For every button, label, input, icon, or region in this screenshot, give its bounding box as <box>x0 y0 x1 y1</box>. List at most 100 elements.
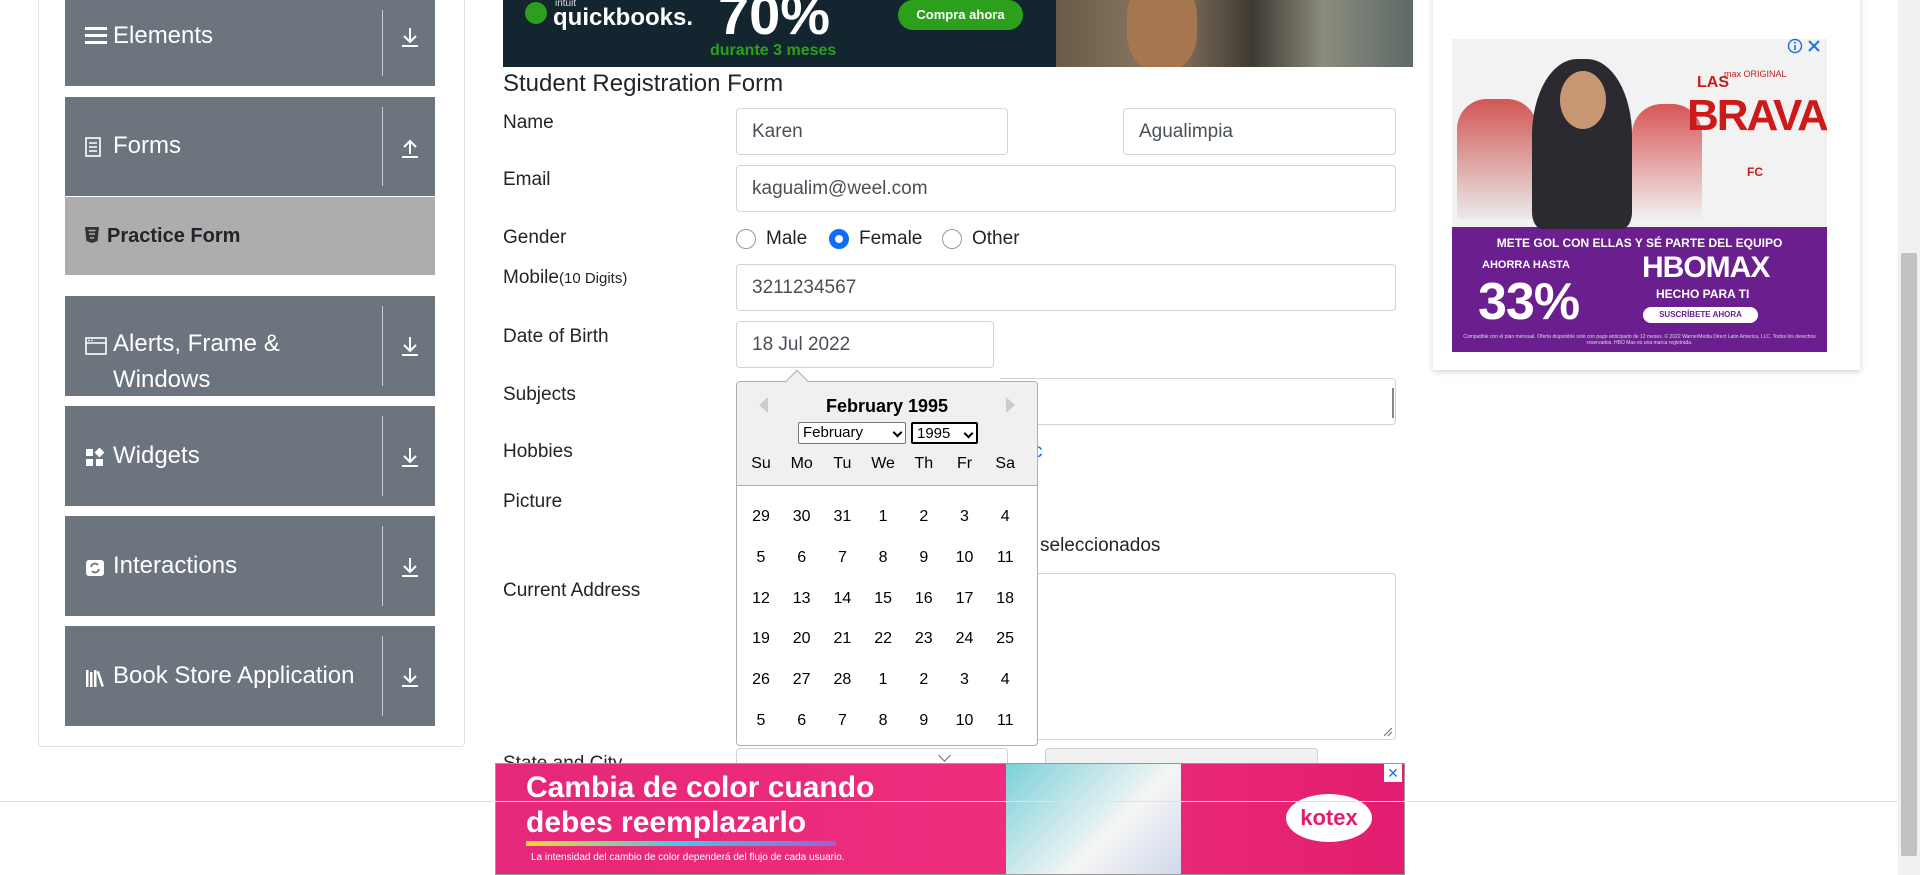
ad-close-icon[interactable] <box>1806 38 1822 59</box>
day-name: Tu <box>833 455 852 472</box>
menu-icon <box>85 24 107 51</box>
date-of-birth-input[interactable]: 18 Jul 2022 <box>736 321 994 368</box>
sidebar-group-forms[interactable]: Forms <box>65 97 435 196</box>
city-select[interactable] <box>1045 748 1318 763</box>
datepicker-popup[interactable]: February 1995 February 1995 Su Mo Tu We Th Fr… <box>736 369 1038 746</box>
mobile-input[interactable]: 3211234567 <box>736 264 1396 311</box>
calendar-day[interactable]: 17 <box>945 590 985 608</box>
calendar-day[interactable]: 15 <box>863 590 903 608</box>
calendar-day[interactable]: 10 <box>945 712 985 730</box>
download-arrow-icon[interactable] <box>395 553 425 583</box>
gender-radio-other[interactable]: Other <box>942 228 1020 250</box>
calendar-day[interactable]: 7 <box>822 712 862 730</box>
ad-info-icon[interactable] <box>1787 38 1803 59</box>
download-arrow-icon[interactable] <box>395 23 425 53</box>
ad-headline-2: debes reemplazarlo <box>526 806 807 839</box>
calendar-day[interactable]: 5 <box>741 549 781 567</box>
radio-circle[interactable] <box>736 229 756 249</box>
calendar-day[interactable]: 2 <box>904 508 944 526</box>
sidebar-group-alerts[interactable]: Alerts, Frame & Windows <box>65 296 435 396</box>
ad-cta-button[interactable]: Compra ahora <box>898 0 1023 30</box>
gender-label: Gender <box>503 227 567 248</box>
ad-underline <box>526 841 836 846</box>
calendar-day[interactable]: 3 <box>945 508 985 526</box>
calendar-day[interactable]: 21 <box>822 630 862 648</box>
calendar-day[interactable]: 4 <box>985 671 1025 689</box>
calendar-day[interactable]: 4 <box>985 508 1025 526</box>
calendar-day[interactable]: 5 <box>741 712 781 730</box>
calendar-day[interactable]: 16 <box>904 590 944 608</box>
calendar-day[interactable]: 24 <box>945 630 985 648</box>
calendar-day[interactable]: 9 <box>904 549 944 567</box>
ad-team-image <box>1457 99 1537 219</box>
sidebar-group-widgets[interactable]: Widgets <box>65 406 435 506</box>
first-name-input[interactable]: Karen <box>736 108 1008 155</box>
close-icon[interactable]: ✕ <box>1384 764 1402 782</box>
day-name: Sa <box>995 455 1015 472</box>
calendar-day[interactable]: 27 <box>782 671 822 689</box>
gender-radio-female[interactable]: Female <box>829 228 922 250</box>
calendar-day[interactable]: 19 <box>741 630 781 648</box>
calendar-day[interactable]: 8 <box>863 712 903 730</box>
calendar-day[interactable]: 3 <box>945 671 985 689</box>
calendar-day[interactable]: 14 <box>822 590 862 608</box>
download-arrow-icon[interactable] <box>395 663 425 693</box>
calendar-day[interactable]: 18 <box>985 590 1025 608</box>
calendar-day[interactable]: 6 <box>782 712 822 730</box>
sidebar-group-label: Forms <box>113 132 181 159</box>
year-select[interactable]: 1995 <box>911 422 978 444</box>
calendar-day[interactable]: 9 <box>904 712 944 730</box>
sidebar-group-elements[interactable]: Elements <box>65 0 435 86</box>
sidebar-item-practice-form[interactable]: Practice Form <box>65 197 435 275</box>
ad-banner-bottom[interactable]: Cambia de color cuando debes reemplazarl… <box>495 763 1405 875</box>
subjects-input[interactable] <box>1000 378 1396 425</box>
ad-brand: quickbooks. <box>553 4 694 31</box>
calendar-day[interactable]: 23 <box>904 630 944 648</box>
calendar-day[interactable]: 22 <box>863 630 903 648</box>
calendar-day[interactable]: 30 <box>782 508 822 526</box>
scrollbar-thumb[interactable] <box>1901 253 1917 856</box>
calendar-day[interactable]: 1 <box>863 671 903 689</box>
ad-cta-button[interactable]: SUSCRÍBETE AHORA <box>1643 307 1758 323</box>
sidebar-group-interactions[interactable]: Interactions <box>65 516 435 616</box>
calendar-day[interactable]: 12 <box>741 590 781 608</box>
ad-banner-right[interactable]: max ORIGINAL LAS BRAVAS FC METE GOL CON … <box>1452 39 1827 352</box>
chevron-down-icon <box>892 427 903 438</box>
calendar-day[interactable]: 1 <box>863 508 903 526</box>
calendar-day[interactable]: 7 <box>822 549 862 567</box>
sidebar-item-label: Practice Form <box>107 225 241 247</box>
calendar-day[interactable]: 11 <box>985 549 1025 567</box>
month-select-value: February <box>803 424 864 441</box>
radio-circle-checked[interactable] <box>829 229 849 249</box>
download-arrow-icon[interactable] <box>395 443 425 473</box>
email-field[interactable]: kagualim@weel.com <box>736 165 1396 212</box>
radio-circle[interactable] <box>942 229 962 249</box>
state-select[interactable] <box>736 748 1008 763</box>
download-arrow-icon[interactable] <box>395 332 425 362</box>
calendar-day[interactable]: 6 <box>782 549 822 567</box>
document-icon <box>85 137 103 162</box>
ad-banner-top[interactable]: intuit quickbooks. 70% durante 3 meses C… <box>503 0 1413 67</box>
calendar-day[interactable]: 13 <box>782 590 822 608</box>
calendar-day[interactable]: 31 <box>822 508 862 526</box>
calendar-day[interactable]: 20 <box>782 630 822 648</box>
calendar-day[interactable]: 28 <box>822 671 862 689</box>
calendar-day[interactable]: 2 <box>904 671 944 689</box>
calendar-day[interactable]: 10 <box>945 549 985 567</box>
calendar-day[interactable]: 11 <box>985 712 1025 730</box>
group-separator <box>382 306 383 386</box>
calendar-day[interactable]: 26 <box>741 671 781 689</box>
ad-show-title-2: BRAVAS <box>1687 91 1827 140</box>
calendar-day[interactable]: 29 <box>741 508 781 526</box>
next-month-icon[interactable] <box>1006 397 1015 413</box>
sidebar-group-book-store[interactable]: Book Store Application <box>65 626 435 726</box>
calendar-day[interactable]: 25 <box>985 630 1025 648</box>
gender-radio-male[interactable]: Male <box>736 228 807 250</box>
month-select[interactable]: February <box>798 422 906 444</box>
last-name-input[interactable]: Agualimpia <box>1123 108 1396 155</box>
resize-handle-icon[interactable] <box>1381 725 1393 737</box>
upload-arrow-icon[interactable] <box>395 133 425 163</box>
address-label: Current Address <box>503 580 641 601</box>
calendar-day[interactable]: 8 <box>863 549 903 567</box>
ad-person-face <box>1560 71 1606 129</box>
